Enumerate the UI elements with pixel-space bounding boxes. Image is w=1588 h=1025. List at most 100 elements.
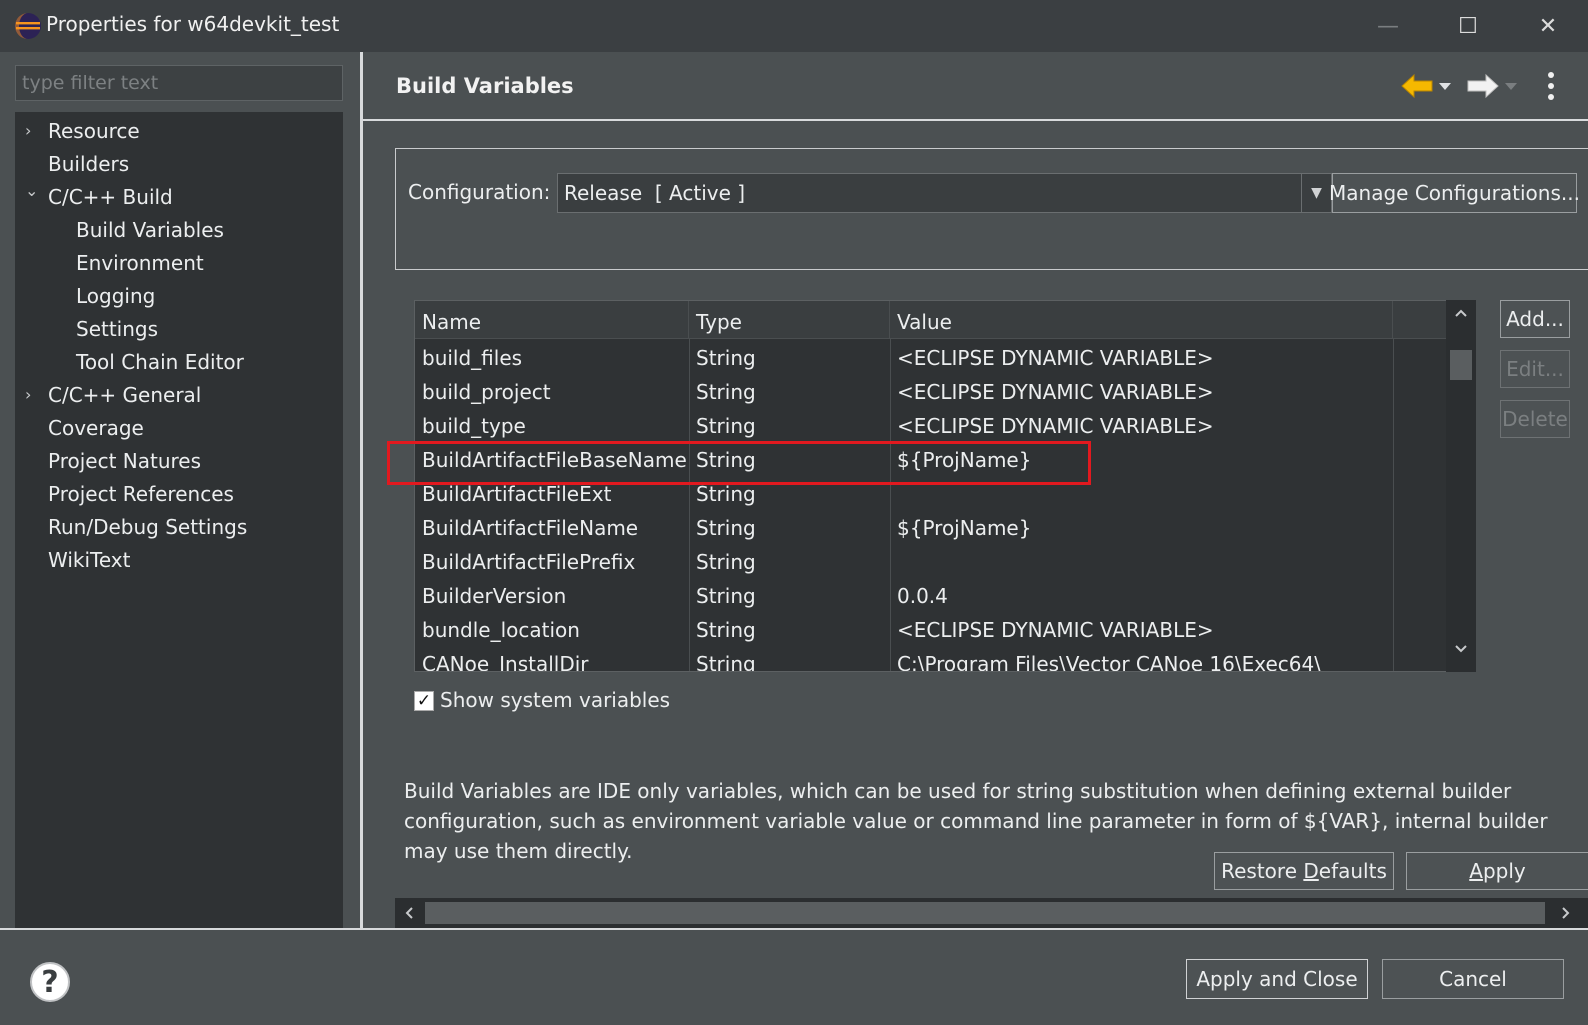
configuration-select[interactable]: Release [ Active ] ▼ <box>557 173 1332 213</box>
edit-button[interactable]: Edit... <box>1500 350 1570 388</box>
table-row[interactable]: build_project String <ECLIPSE DYNAMIC VA… <box>415 375 1445 409</box>
cell-name: BuildArtifactFileName <box>422 516 639 540</box>
tree-item-label: WikiText <box>48 548 131 572</box>
tree-item-label: Project References <box>48 482 234 506</box>
table-row[interactable]: BuildArtifactFilePrefix String <box>415 545 1445 579</box>
tree-item-logging[interactable]: Logging <box>15 280 343 312</box>
forward-history-dropdown-icon[interactable] <box>1504 80 1518 92</box>
view-menu-icon[interactable] <box>1546 70 1556 102</box>
chevron-down-icon[interactable]: ▼ <box>1301 174 1331 212</box>
cell-value: <ECLIPSE DYNAMIC VARIABLE> <box>897 618 1214 642</box>
horizontal-scrollbar[interactable] <box>395 898 1588 928</box>
tree-item-label: Project Natures <box>48 449 202 473</box>
scrollbar-thumb[interactable] <box>425 902 1545 924</box>
tree-item-label: Resource <box>48 119 140 143</box>
cell-value <box>890 545 897 579</box>
table-vertical-scrollbar[interactable] <box>1446 300 1476 672</box>
column-header-name[interactable]: Name <box>415 301 689 339</box>
tree-item-settings[interactable]: Settings <box>15 313 343 345</box>
tree-item-cpp-build[interactable]: ⌄ C/C++ Build <box>15 181 343 213</box>
tree-item-builders[interactable]: Builders <box>15 148 343 180</box>
add-button[interactable]: Add... <box>1500 300 1570 338</box>
cell-value: <ECLIPSE DYNAMIC VARIABLE> <box>897 414 1214 438</box>
apply-suffix: pply <box>1482 859 1526 883</box>
forward-arrow-icon[interactable] <box>1466 72 1500 100</box>
header-divider <box>363 119 1588 121</box>
tree-item-run-debug-settings[interactable]: Run/Debug Settings <box>15 511 343 543</box>
back-history-dropdown-icon[interactable] <box>1438 80 1452 92</box>
filter-input[interactable] <box>15 65 343 101</box>
cell-type: String <box>696 414 756 438</box>
scroll-down-icon[interactable] <box>1454 644 1468 654</box>
left-panel: › Resource Builders ⌄ C/C++ Build Build … <box>0 52 360 930</box>
collapse-icon[interactable]: ⌄ <box>25 175 41 207</box>
scroll-up-icon[interactable] <box>1454 308 1468 318</box>
apply-mnemonic: A <box>1469 859 1483 883</box>
table-row[interactable]: BuilderVersion String 0.0.4 <box>415 579 1445 613</box>
scroll-left-icon[interactable] <box>404 906 414 920</box>
delete-button[interactable]: Delete <box>1500 400 1570 438</box>
manage-configurations-button[interactable]: Manage Configurations... <box>1329 173 1580 213</box>
page-title: Build Variables <box>396 74 574 98</box>
tree-item-environment[interactable]: Environment <box>15 247 343 279</box>
restore-defaults-suffix: efaults <box>1318 859 1387 883</box>
window-title: Properties for w64devkit_test <box>46 12 340 36</box>
cell-name: BuildArtifactFilePrefix <box>422 550 636 574</box>
tree-item-project-natures[interactable]: Project Natures <box>15 445 343 477</box>
column-header-value[interactable]: Value <box>890 301 1393 339</box>
tree-item-label: C/C++ Build <box>48 185 173 209</box>
tree-item-label: Build Variables <box>76 218 224 242</box>
cell-type: String <box>696 380 756 404</box>
restore-defaults-button[interactable]: Restore Defaults <box>1214 852 1394 890</box>
tree-item-tool-chain-editor[interactable]: Tool Chain Editor <box>15 346 343 378</box>
back-arrow-icon[interactable] <box>1400 72 1434 100</box>
cell-value: C:\Program Files\Vector CANoe 16\Exec64\ <box>897 652 1321 672</box>
restore-defaults-prefix: Restore <box>1221 859 1304 883</box>
minimize-button[interactable]: — <box>1348 0 1428 52</box>
expand-icon[interactable]: › <box>25 379 41 411</box>
tree-item-label: Run/Debug Settings <box>48 515 248 539</box>
scroll-right-icon[interactable] <box>1561 906 1571 920</box>
scrollbar-thumb[interactable] <box>1450 350 1472 380</box>
help-icon[interactable]: ? <box>30 962 70 1002</box>
configuration-value: Release [ Active ] <box>564 181 746 205</box>
show-system-variables-label[interactable]: Show system variables <box>440 688 670 712</box>
table-row[interactable]: bundle_location String <ECLIPSE DYNAMIC … <box>415 613 1445 647</box>
tree-item-label: Settings <box>76 317 159 341</box>
tree-item-label: Logging <box>76 284 156 308</box>
footer-divider <box>0 928 1588 930</box>
tree-item-resource[interactable]: › Resource <box>15 115 343 147</box>
cell-name: BuilderVersion <box>422 584 567 608</box>
show-system-variables-checkbox[interactable]: ✓ <box>414 691 434 711</box>
cell-value: <ECLIPSE DYNAMIC VARIABLE> <box>897 346 1214 370</box>
tree-item-label: C/C++ General <box>48 383 202 407</box>
tree-item-label: Coverage <box>48 416 144 440</box>
configuration-label: Configuration: <box>408 180 551 204</box>
table-row[interactable]: build_type String <ECLIPSE DYNAMIC VARIA… <box>415 409 1445 443</box>
apply-button[interactable]: Apply <box>1406 852 1588 890</box>
cell-name: bundle_location <box>422 618 580 642</box>
expand-icon[interactable]: › <box>25 115 41 147</box>
close-button[interactable]: ✕ <box>1508 0 1588 52</box>
maximize-button[interactable]: ☐ <box>1428 0 1508 52</box>
table-row[interactable]: BuildArtifactFileName String ${ProjName} <box>415 511 1445 545</box>
cell-name: build_files <box>422 346 523 370</box>
tree-item-coverage[interactable]: Coverage <box>15 412 343 444</box>
highlight-annotation <box>387 441 1091 485</box>
table-header: Name Type Value <box>415 301 1475 339</box>
tree-item-label: Builders <box>48 152 130 176</box>
panel-splitter[interactable] <box>360 52 363 928</box>
cell-type: String <box>696 346 756 370</box>
title-bar: Properties for w64devkit_test — ☐ ✕ <box>0 0 1588 52</box>
column-header-type[interactable]: Type <box>689 301 890 339</box>
tree-item-project-references[interactable]: Project References <box>15 478 343 510</box>
apply-and-close-button[interactable]: Apply and Close <box>1186 959 1368 999</box>
tree-item-cpp-general[interactable]: › C/C++ General <box>15 379 343 411</box>
cancel-button[interactable]: Cancel <box>1382 959 1564 999</box>
tree-item-wikitext[interactable]: WikiText <box>15 544 343 576</box>
property-tree: › Resource Builders ⌄ C/C++ Build Build … <box>15 112 343 930</box>
table-row[interactable]: CANoe_InstallDir String C:\Program Files… <box>415 647 1445 672</box>
variables-table[interactable]: Name Type Value build_files String <ECLI… <box>414 300 1476 672</box>
tree-item-build-variables[interactable]: Build Variables <box>15 214 343 246</box>
table-row[interactable]: build_files String <ECLIPSE DYNAMIC VARI… <box>415 341 1445 375</box>
